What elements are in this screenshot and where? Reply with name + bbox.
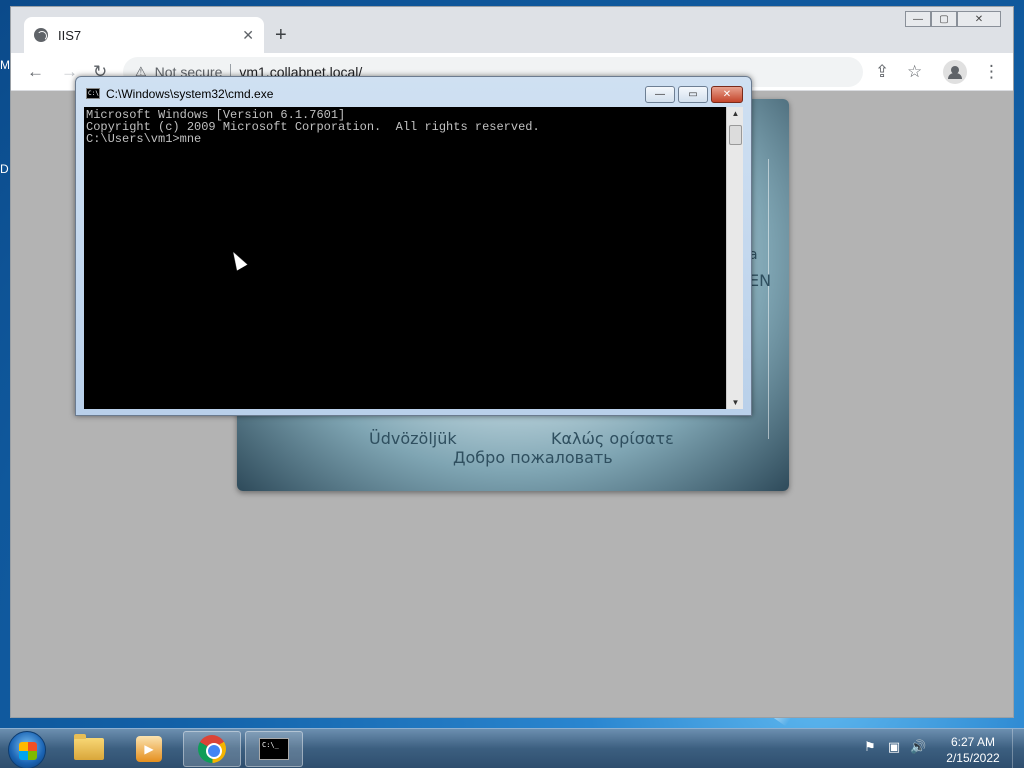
console-prompt-line: C:\Users\vm1>mne [86,132,202,146]
chrome-icon [198,735,226,763]
tab-title: IIS7 [58,27,82,43]
scroll-up-icon[interactable]: ▲ [727,109,744,118]
taskbar-media-player[interactable]: ▶ [120,731,178,767]
menu-kebab-icon[interactable]: ⋮ [983,62,1000,82]
scroll-down-icon[interactable]: ▼ [727,398,744,407]
cmd-minimize-button[interactable]: — [645,86,675,103]
maximize-button[interactable]: ▢ [931,11,957,27]
media-player-icon: ▶ [136,736,162,762]
welcome-word-partial-en: EN [749,271,772,290]
taskbar-chrome[interactable] [183,731,241,767]
window-controls: — ▢ ✕ [905,11,1001,27]
globe-icon [34,28,48,42]
show-desktop-button[interactable] [1012,729,1024,768]
network-icon[interactable]: ▣ [886,739,902,755]
welcome-hungarian: Üdvözöljük [369,429,457,448]
welcome-russian: Добро пожаловать [453,448,613,467]
new-tab-button[interactable]: + [275,25,287,45]
clock[interactable]: 6:27 AM 2/15/2022 [940,734,1006,766]
cmd-console-output[interactable]: Microsoft Windows [Version 6.1.7601] Copy… [84,107,726,409]
cmd-window-controls: — ▭ ✕ [642,86,743,103]
share-icon[interactable]: ⇪ [875,62,889,82]
volume-icon[interactable]: 🔊 [910,739,926,755]
taskbar-explorer[interactable] [60,731,118,767]
cmd-window[interactable]: C:\ C:\Windows\system32\cmd.exe — ▭ ✕ Mi… [75,76,752,416]
tab-strip: IIS7 ✕ + — ▢ ✕ [11,7,1013,53]
taskbar-cmd[interactable]: C:\_ [245,731,303,767]
cmd-titlebar[interactable]: C:\ C:\Windows\system32\cmd.exe — ▭ ✕ [76,77,751,107]
welcome-greek: Καλώς ορίσατε [551,429,674,448]
clock-time: 6:27 AM [950,735,996,749]
back-icon[interactable]: ← [27,62,44,82]
cmd-close-button[interactable]: ✕ [711,86,743,103]
taskbar: ▶ C:\_ ⚑ ▣ 🔊 6:27 AM 2/15/2022 [0,728,1024,768]
cmd-app-icon[interactable]: C:\ [86,88,100,99]
browser-tab[interactable]: IIS7 ✕ [24,17,264,53]
cmd-title: C:\Windows\system32\cmd.exe [106,87,274,101]
bookmark-star-icon[interactable]: ☆ [907,62,922,82]
start-button[interactable] [8,731,46,768]
system-tray: ⚑ ▣ 🔊 [862,739,926,755]
cmd-scrollbar[interactable]: ▲ ▼ [726,107,743,409]
windows-logo-icon [19,742,37,760]
clock-date: 2/15/2022 [946,751,1000,765]
close-button[interactable]: ✕ [957,11,1001,27]
folder-icon [74,734,104,760]
cmd-icon: C:\_ [259,738,289,760]
minimize-button[interactable]: — [905,11,931,27]
cmd-maximize-button[interactable]: ▭ [678,86,708,103]
action-center-icon[interactable]: ⚑ [862,739,878,755]
profile-avatar-icon[interactable] [943,60,967,84]
scroll-thumb[interactable] [729,125,742,145]
tab-close-icon[interactable]: ✕ [242,27,254,44]
